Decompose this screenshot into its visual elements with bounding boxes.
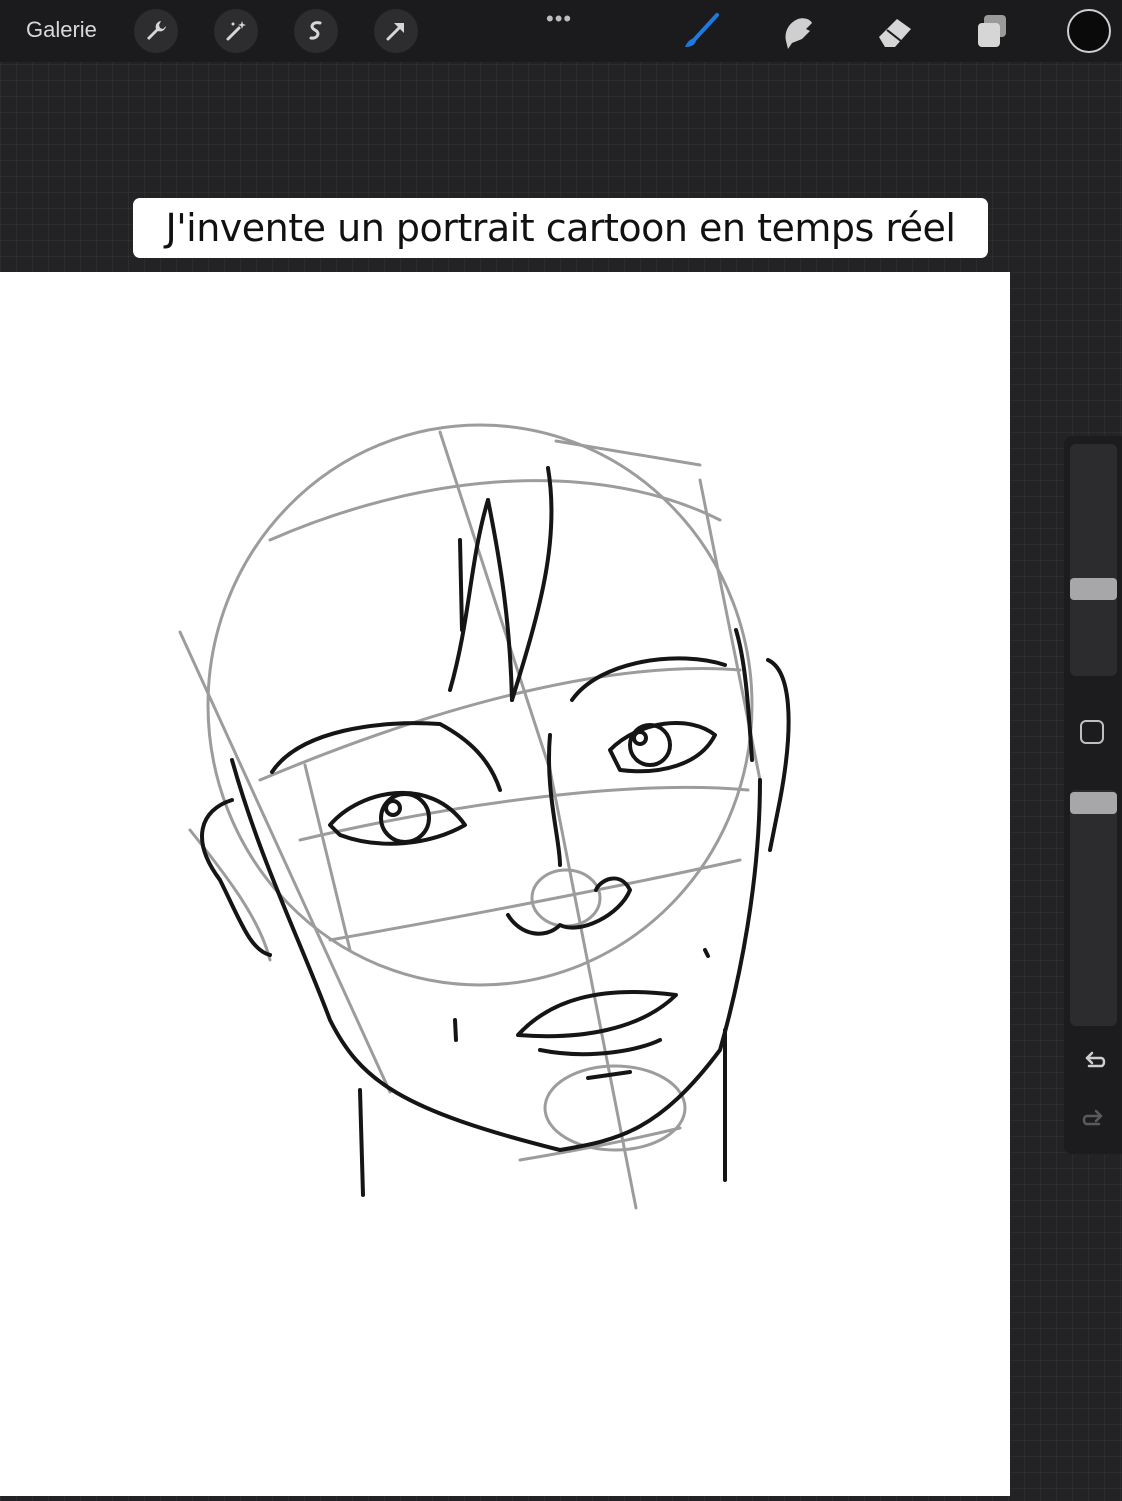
brush-tool[interactable] [680, 10, 722, 52]
brush-size-handle[interactable] [1070, 578, 1117, 600]
redo-icon[interactable] [1079, 1104, 1109, 1134]
caption-banner: J'invente un portrait cartoon en temps r… [133, 198, 988, 258]
selection-button[interactable] [294, 9, 338, 53]
transform-arrow-icon [386, 23, 404, 41]
magic-wand-icon [226, 21, 246, 41]
undo-icon[interactable] [1079, 1046, 1109, 1076]
adjustments-button[interactable] [214, 9, 258, 53]
more-options-button[interactable]: ••• [546, 6, 572, 32]
brush-size-slider[interactable] [1070, 444, 1117, 676]
modify-button[interactable] [1080, 720, 1104, 744]
eraser-tool[interactable] [874, 10, 916, 52]
transform-button[interactable] [374, 9, 418, 53]
gallery-button[interactable]: Galerie [26, 17, 97, 43]
actions-button[interactable] [134, 9, 178, 53]
wrench-icon [147, 21, 166, 40]
smudge-tool[interactable] [777, 10, 819, 52]
layers-icon [978, 15, 1006, 47]
eraser-icon [879, 19, 911, 47]
top-toolbar: Galerie ••• [0, 0, 1122, 62]
portrait-sketch [178, 423, 791, 1210]
smudge-icon [785, 18, 812, 49]
opacity-handle[interactable] [1070, 792, 1117, 814]
color-picker-swatch[interactable] [1067, 9, 1111, 53]
drawing-canvas[interactable] [0, 272, 1010, 1496]
brush-icon [685, 13, 719, 47]
opacity-slider[interactable] [1070, 790, 1117, 1026]
selection-icon [309, 21, 322, 40]
layers-tool[interactable] [971, 10, 1013, 52]
